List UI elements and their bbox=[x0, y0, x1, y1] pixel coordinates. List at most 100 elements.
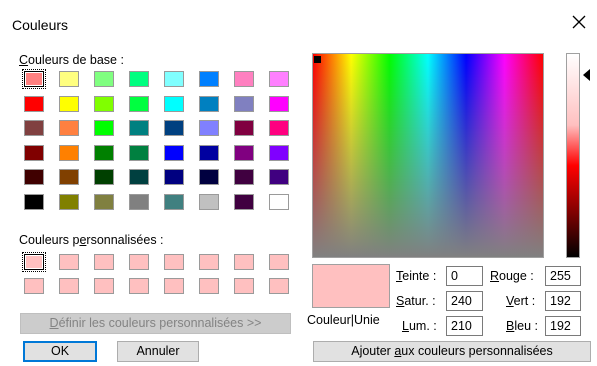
color-preview-label: Couleur|Unie bbox=[307, 313, 380, 327]
basic-color-swatch-fill bbox=[199, 120, 219, 137]
custom-color-swatch[interactable] bbox=[127, 276, 151, 296]
basic-color-swatch[interactable] bbox=[22, 118, 46, 138]
custom-color-swatch[interactable] bbox=[92, 252, 116, 272]
custom-color-swatch[interactable] bbox=[267, 252, 291, 272]
basic-color-swatch[interactable] bbox=[127, 69, 151, 89]
luminosity-arrow-icon[interactable] bbox=[583, 69, 590, 81]
basic-color-swatch-fill bbox=[24, 95, 44, 112]
basic-color-swatch[interactable] bbox=[22, 192, 46, 212]
custom-color-swatch-fill bbox=[94, 254, 114, 270]
custom-color-swatch[interactable] bbox=[57, 276, 81, 296]
blue-label: Bleu : bbox=[506, 319, 538, 333]
custom-color-swatch-fill bbox=[129, 278, 149, 294]
red-field[interactable]: 255 bbox=[545, 266, 581, 286]
custom-color-swatch-fill bbox=[269, 254, 289, 270]
basic-color-swatch[interactable] bbox=[232, 167, 256, 187]
basic-color-swatch[interactable] bbox=[92, 118, 116, 138]
cancel-button[interactable]: Annuler bbox=[117, 341, 199, 362]
basic-color-swatch-fill bbox=[129, 95, 149, 112]
color-spectrum[interactable] bbox=[312, 53, 544, 258]
basic-color-swatch[interactable] bbox=[267, 192, 291, 212]
basic-color-swatch[interactable] bbox=[232, 143, 256, 163]
basic-color-swatch-fill bbox=[199, 71, 219, 87]
basic-color-swatch[interactable] bbox=[267, 69, 291, 89]
basic-color-swatch[interactable] bbox=[267, 94, 291, 114]
define-custom-colors-button[interactable]: Définir les couleurs personnalisées >> bbox=[20, 313, 291, 334]
basic-color-swatch[interactable] bbox=[127, 118, 151, 138]
custom-color-swatch[interactable] bbox=[232, 252, 256, 272]
add-to-custom-colors-button[interactable]: Ajouter aux couleurs personnalisées bbox=[313, 341, 591, 362]
custom-color-swatch[interactable] bbox=[162, 276, 186, 296]
basic-color-swatch[interactable] bbox=[197, 143, 221, 163]
saturation-field[interactable]: 240 bbox=[446, 291, 483, 311]
custom-color-swatch[interactable] bbox=[197, 252, 221, 272]
luminosity-slider[interactable] bbox=[566, 53, 580, 258]
custom-color-swatch[interactable] bbox=[22, 252, 46, 272]
custom-color-swatch[interactable] bbox=[92, 276, 116, 296]
basic-color-swatch-fill bbox=[129, 71, 149, 87]
basic-color-swatch[interactable] bbox=[197, 118, 221, 138]
basic-color-swatch[interactable] bbox=[162, 143, 186, 163]
basic-color-swatch[interactable] bbox=[22, 69, 46, 89]
basic-color-swatch[interactable] bbox=[57, 192, 81, 212]
basic-color-swatch[interactable] bbox=[162, 167, 186, 187]
luminosity-field[interactable]: 210 bbox=[446, 316, 483, 336]
basic-color-swatch[interactable] bbox=[197, 167, 221, 187]
basic-color-swatch-fill bbox=[24, 194, 44, 210]
basic-color-swatch[interactable] bbox=[92, 69, 116, 89]
custom-color-swatch-fill bbox=[234, 254, 254, 270]
basic-color-swatch[interactable] bbox=[162, 94, 186, 114]
basic-color-swatch[interactable] bbox=[22, 167, 46, 187]
basic-color-swatch[interactable] bbox=[57, 118, 81, 138]
basic-color-swatch[interactable] bbox=[92, 167, 116, 187]
basic-color-swatch[interactable] bbox=[197, 94, 221, 114]
basic-color-swatch[interactable] bbox=[57, 143, 81, 163]
hue-field[interactable]: 0 bbox=[446, 266, 483, 286]
basic-color-swatch[interactable] bbox=[57, 69, 81, 89]
basic-color-swatch-fill bbox=[94, 120, 114, 137]
basic-color-swatch[interactable] bbox=[127, 94, 151, 114]
basic-color-swatch[interactable] bbox=[232, 192, 256, 212]
custom-color-swatch[interactable] bbox=[127, 252, 151, 272]
basic-color-swatch[interactable] bbox=[162, 118, 186, 138]
custom-color-swatch[interactable] bbox=[22, 276, 46, 296]
basic-color-swatch[interactable] bbox=[232, 69, 256, 89]
basic-color-swatch[interactable] bbox=[197, 192, 221, 212]
basic-color-swatch[interactable] bbox=[127, 192, 151, 212]
custom-color-swatch[interactable] bbox=[162, 252, 186, 272]
custom-color-swatch[interactable] bbox=[57, 252, 81, 272]
basic-color-swatch-fill bbox=[164, 144, 184, 161]
basic-color-swatch[interactable] bbox=[267, 167, 291, 187]
basic-color-swatch[interactable] bbox=[92, 143, 116, 163]
green-label: Vert : bbox=[506, 294, 536, 308]
basic-color-swatch-fill bbox=[269, 144, 289, 161]
basic-color-swatch[interactable] bbox=[162, 192, 186, 212]
basic-color-swatch[interactable] bbox=[267, 143, 291, 163]
basic-color-swatch[interactable] bbox=[22, 143, 46, 163]
basic-color-swatch[interactable] bbox=[92, 192, 116, 212]
custom-color-swatch[interactable] bbox=[197, 276, 221, 296]
basic-color-swatch[interactable] bbox=[127, 167, 151, 187]
custom-color-swatch[interactable] bbox=[267, 276, 291, 296]
basic-color-swatch-fill bbox=[129, 144, 149, 161]
basic-color-swatch[interactable] bbox=[197, 69, 221, 89]
blue-field[interactable]: 192 bbox=[545, 316, 581, 336]
basic-color-swatch[interactable] bbox=[232, 118, 256, 138]
green-field[interactable]: 192 bbox=[545, 291, 581, 311]
custom-color-swatch-fill bbox=[199, 254, 219, 270]
basic-color-swatch-fill bbox=[269, 120, 289, 137]
crosshair-icon[interactable] bbox=[314, 52, 321, 63]
close-icon[interactable] bbox=[571, 14, 587, 30]
basic-color-swatch[interactable] bbox=[57, 94, 81, 114]
basic-color-swatch[interactable] bbox=[92, 94, 116, 114]
basic-color-swatch[interactable] bbox=[22, 94, 46, 114]
basic-color-swatch[interactable] bbox=[232, 94, 256, 114]
basic-color-swatch[interactable] bbox=[57, 167, 81, 187]
basic-color-swatch[interactable] bbox=[127, 143, 151, 163]
basic-color-swatch[interactable] bbox=[267, 118, 291, 138]
ok-button[interactable]: OK bbox=[23, 341, 97, 362]
custom-color-swatch-fill bbox=[199, 278, 219, 294]
basic-color-swatch-fill bbox=[94, 194, 114, 210]
basic-color-swatch[interactable] bbox=[162, 69, 186, 89]
custom-color-swatch[interactable] bbox=[232, 276, 256, 296]
